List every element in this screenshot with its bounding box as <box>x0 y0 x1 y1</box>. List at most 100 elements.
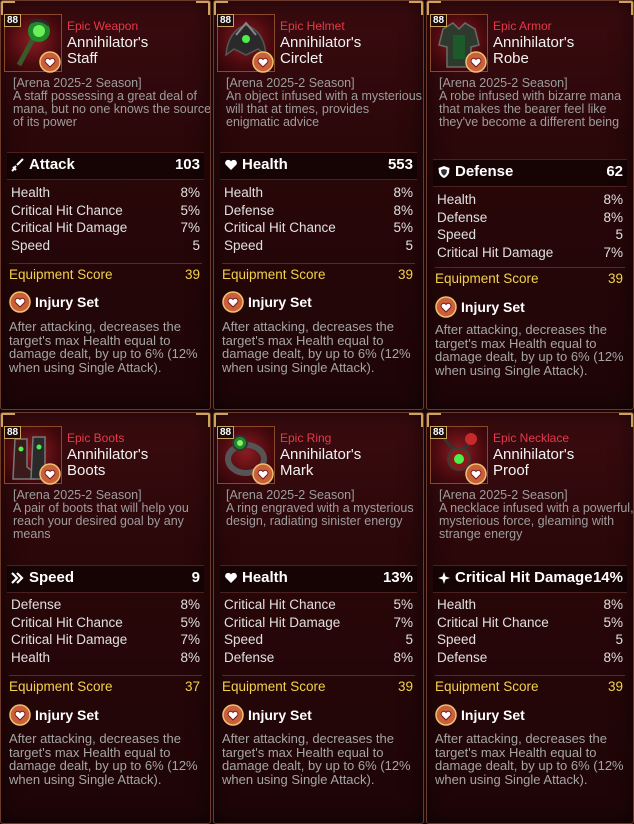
flavor-text: A pair of boots that will help you reach… <box>13 501 189 541</box>
substat-label: Defense <box>437 209 488 225</box>
injury-set-icon <box>222 704 244 731</box>
equipment-score-value: 39 <box>607 271 623 286</box>
substat-row: Health 8% <box>437 192 623 210</box>
substat-row: Defense 8% <box>224 650 413 668</box>
substat-value: 8% <box>180 597 200 612</box>
item-name-line1: Annihilator's <box>67 446 149 463</box>
substat-value: 7% <box>603 244 623 260</box>
substat-label: Speed <box>11 237 51 253</box>
substat-label: Critical Hit Chance <box>11 614 123 630</box>
substat-row: Critical Hit Damage 7% <box>224 615 413 633</box>
set-description: After attacking, decreases the target's … <box>9 319 198 375</box>
substat-value: 5% <box>180 202 200 218</box>
substat-label: Health <box>11 185 51 200</box>
substat-value: 5 <box>405 632 413 647</box>
substat-label: Speed <box>437 632 477 647</box>
flavor-text: A ring engraved with a mysterious design… <box>226 501 414 528</box>
item-name: Annihilator's Circlet <box>280 35 410 67</box>
level-badge: 88 <box>4 14 22 27</box>
substat-value: 5% <box>603 614 623 630</box>
equipment-score-value: 39 <box>397 267 413 282</box>
main-stat-label: Defense <box>455 163 514 180</box>
flavor-text: A robe infused with bizarre mana that ma… <box>439 89 622 129</box>
injury-set-icon <box>9 704 31 731</box>
substat-value: 7% <box>180 220 200 235</box>
item-name-line2: Circlet <box>280 50 323 67</box>
item-name-line2: Boots <box>67 462 106 479</box>
substat-row: Speed 5 <box>224 632 413 650</box>
substat-row: Health 8% <box>224 185 413 203</box>
substat-label: Defense <box>224 649 275 665</box>
substat-label: Speed <box>224 237 264 253</box>
equipment-score: Equipment Score 39 <box>222 675 415 697</box>
set-description: After attacking, decreases the target's … <box>9 731 198 787</box>
equipment-score-value: 39 <box>397 679 413 694</box>
item-rarity: Epic Armor <box>493 19 552 33</box>
substat-row: Critical Hit Chance 5% <box>437 615 623 633</box>
item-card[interactable]: 88 Epic Ring Annihilator's Mark [Arena 2025-… <box>213 412 424 824</box>
item-card[interactable]: 88 Epic Necklace Annihilator's Proof [Arena … <box>426 412 634 824</box>
item-icon-frame: 88 <box>430 14 488 73</box>
item-rarity: Epic Weapon <box>67 19 139 33</box>
set-name: Injury Set <box>248 294 312 310</box>
item-description: [Arena 2025-2 Season] A staff possessing … <box>13 77 210 129</box>
item-header: 88 Epic Armor Annihilator's Robe <box>427 1 633 73</box>
substat-value: 8% <box>180 185 200 200</box>
substat-row: Speed 5 <box>437 632 623 650</box>
equipment-score: Equipment Score 39 <box>435 675 625 697</box>
set-name: Injury Set <box>248 707 312 723</box>
item-card[interactable]: 88 Epic Weapon Annihilator's Staff [Arena 20… <box>0 0 211 410</box>
equipment-score-label: Equipment Score <box>9 267 113 282</box>
item-card[interactable]: 88 Epic Boots Annihilator's Boots [Arena 202… <box>0 412 211 824</box>
substat-value: 8% <box>393 202 413 218</box>
substat-row: Critical Hit Chance 5% <box>11 615 200 633</box>
item-rarity: Epic Helmet <box>280 19 345 33</box>
main-stat: Defense 62 <box>433 159 627 187</box>
item-card[interactable]: 88 Epic Armor Annihilator's Robe [Arena 2025… <box>426 0 634 410</box>
item-name-line1: Annihilator's <box>493 34 575 51</box>
item-name: Annihilator's Robe <box>493 35 623 67</box>
item-name: Annihilator's Boots <box>67 447 197 479</box>
equipment-score-label: Equipment Score <box>435 271 539 286</box>
injury-set-icon <box>222 291 244 318</box>
substat-row: Speed 5 <box>437 227 623 245</box>
set-name: Injury Set <box>35 294 99 310</box>
substat-row: Critical Hit Damage 7% <box>11 220 200 238</box>
substat-row: Health 8% <box>437 597 623 615</box>
substat-list: Health 8% Critical Hit Chance 5% Critical Hi… <box>11 185 200 255</box>
substat-value: 5 <box>405 237 413 253</box>
main-stat-value: 103 <box>174 156 200 173</box>
substat-label: Critical Hit Damage <box>437 244 554 260</box>
main-stat: Health 13% <box>220 565 417 593</box>
item-header: 88 Epic Helmet Annihilator's Circlet <box>214 1 423 73</box>
equipment-score-label: Equipment Score <box>222 267 326 282</box>
item-description: [Arena 2025-2 Season] A pair of boots tha… <box>13 489 210 541</box>
main-stat-label: Health <box>242 156 288 173</box>
set-name: Injury Set <box>461 299 525 315</box>
substat-label: Critical Hit Damage <box>224 614 341 630</box>
main-stat-value: 62 <box>606 163 623 180</box>
substat-row: Defense 8% <box>437 650 623 668</box>
item-header: 88 Epic Necklace Annihilator's Proof <box>427 413 633 485</box>
main-stat-value: 14% <box>592 569 623 586</box>
set-description: After attacking, decreases the target's … <box>222 319 411 375</box>
main-stat-value: 13% <box>382 569 413 586</box>
substat-row: Health 8% <box>11 650 200 668</box>
substat-value: 7% <box>180 632 200 647</box>
main-stat-value: 553 <box>387 156 413 173</box>
substat-value: 8% <box>603 209 623 225</box>
substat-value: 8% <box>180 649 200 665</box>
substat-value: 5 <box>615 227 623 242</box>
main-stat-label: Critical Hit Damage <box>455 569 593 586</box>
item-name: Annihilator's Staff <box>67 35 197 67</box>
main-stat: Health 553 <box>220 152 417 180</box>
item-description: [Arena 2025-2 Season] An object infused w… <box>226 77 423 129</box>
item-name: Annihilator's Mark <box>280 447 410 479</box>
item-name-line2: Staff <box>67 50 98 67</box>
level-badge: 88 <box>217 14 235 27</box>
substat-label: Health <box>11 649 51 665</box>
substat-value: 5% <box>393 597 413 612</box>
equipment-score: Equipment Score 39 <box>9 263 202 285</box>
equipment-score-label: Equipment Score <box>222 679 326 694</box>
item-card[interactable]: 88 Epic Helmet Annihilator's Circlet [Arena … <box>213 0 424 410</box>
